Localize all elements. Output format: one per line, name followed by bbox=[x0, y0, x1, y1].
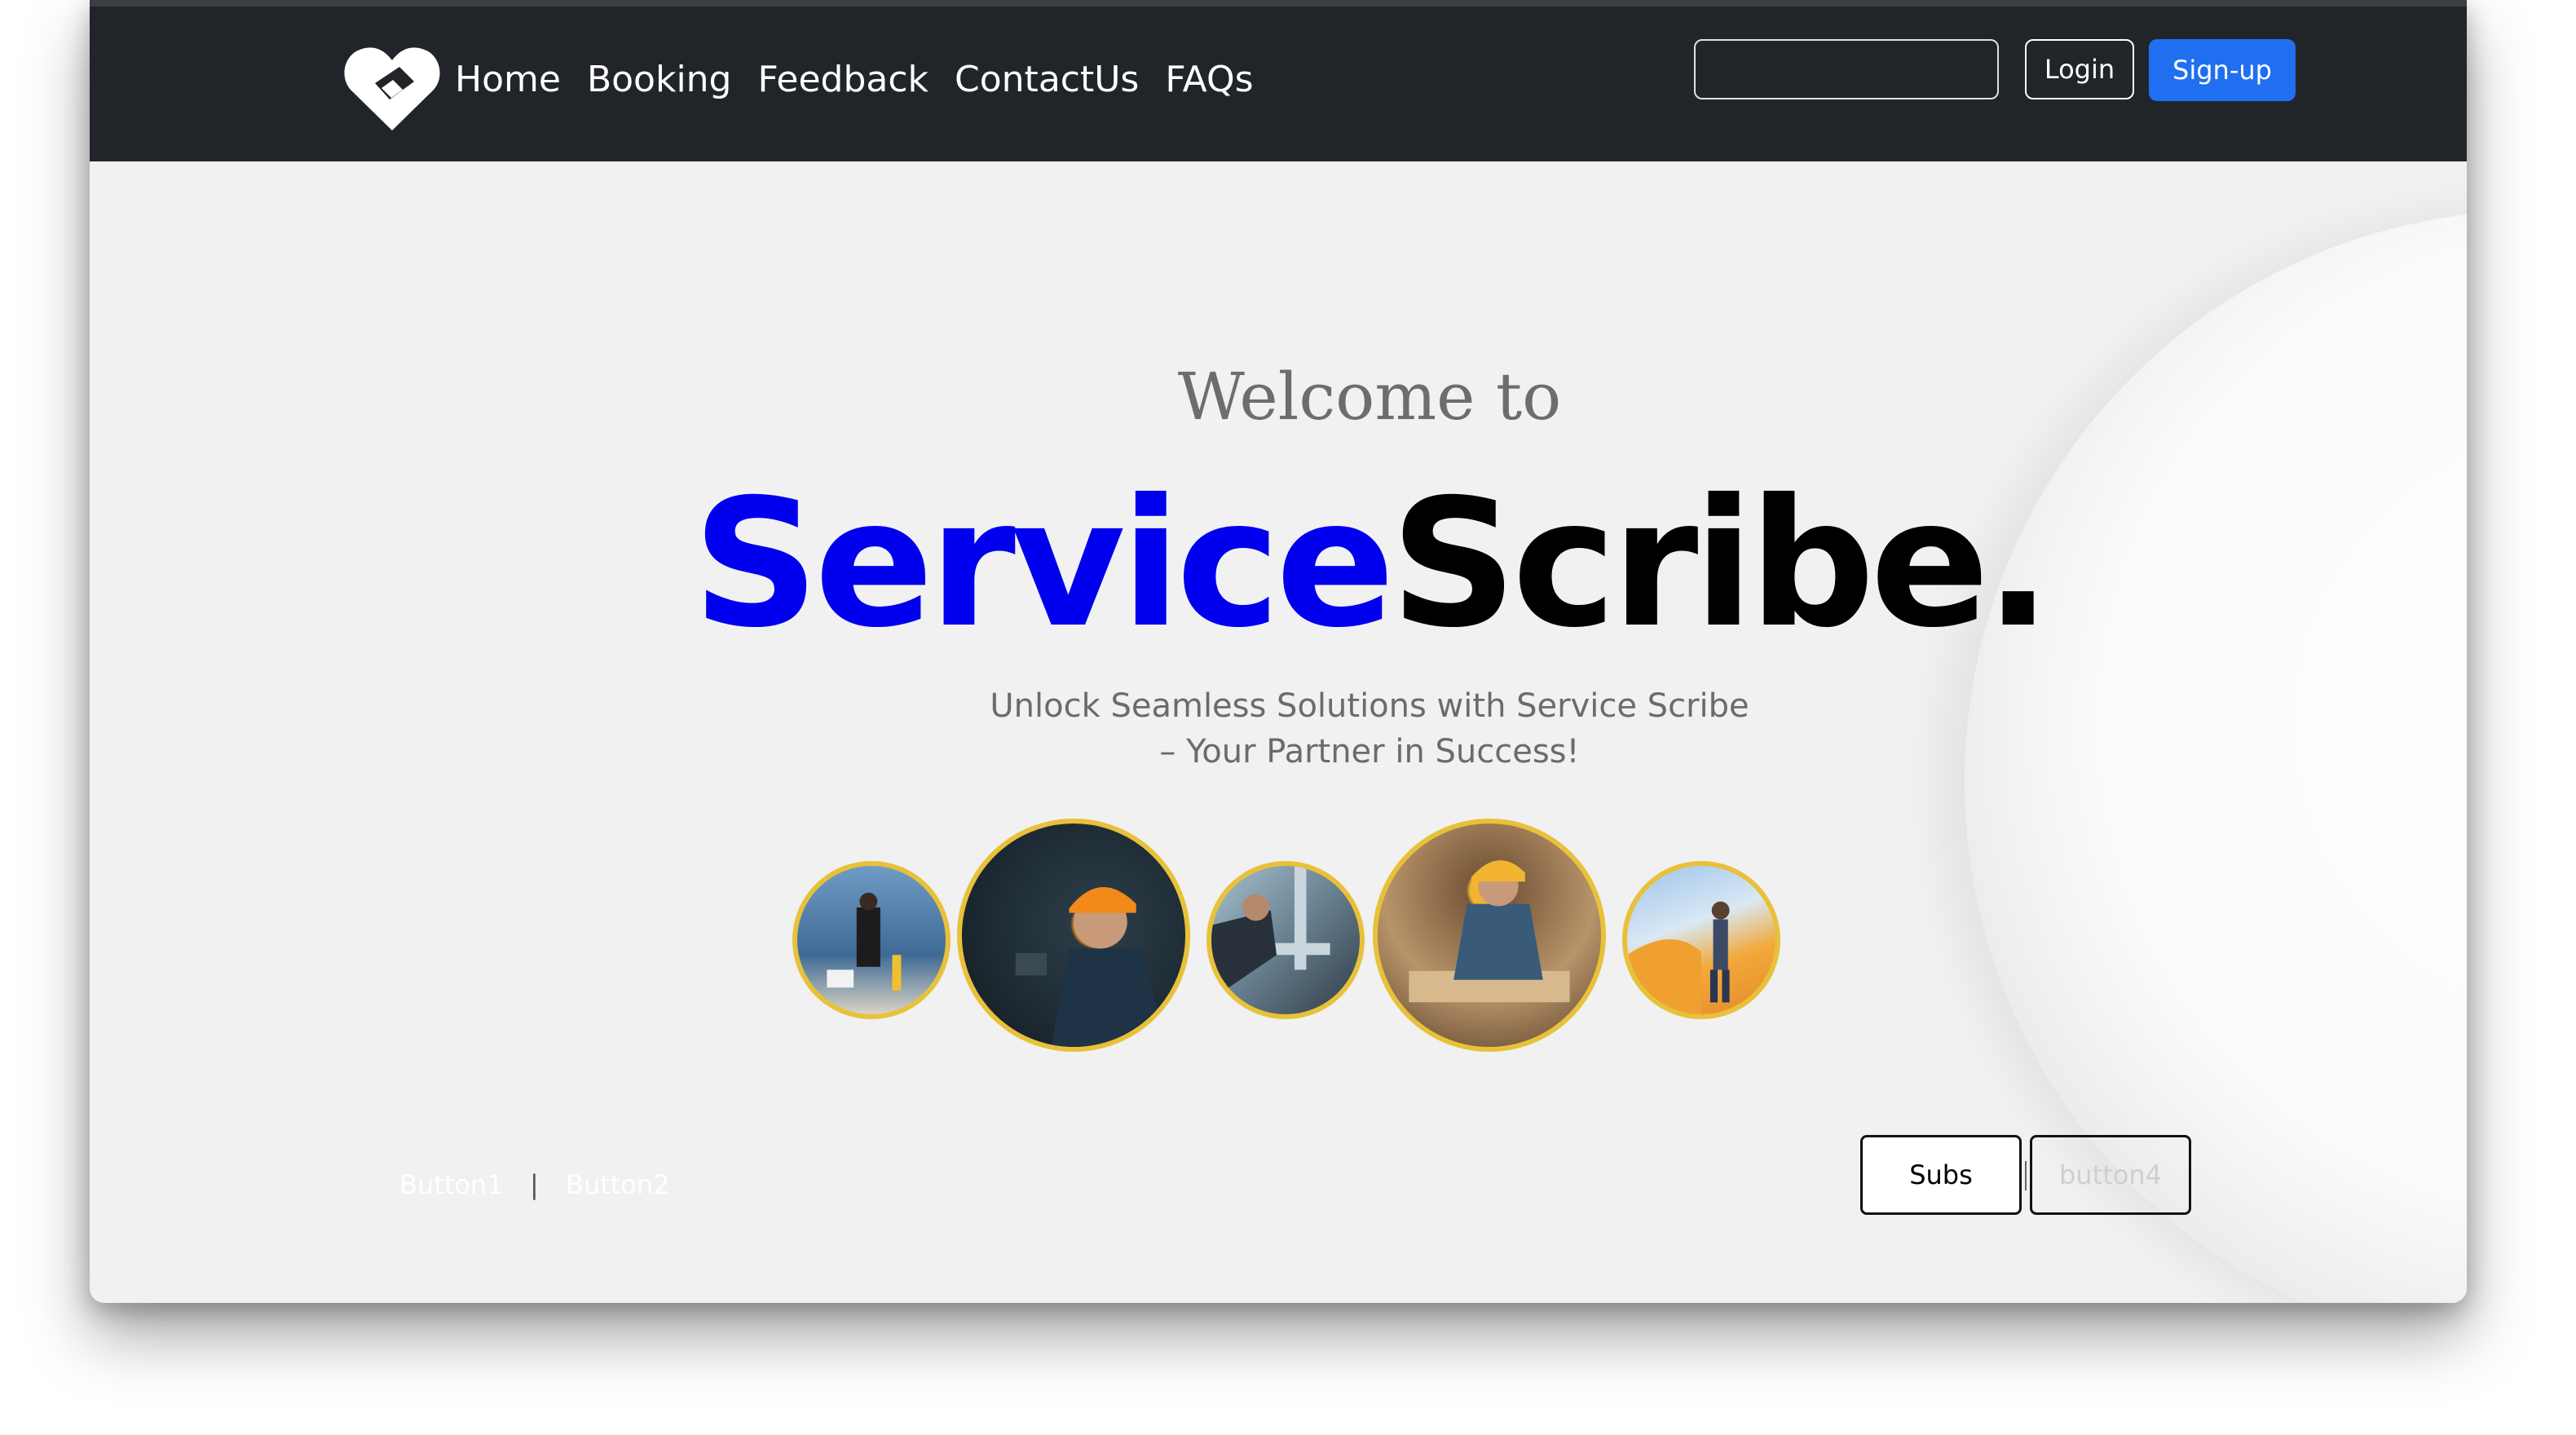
hero-section: Welcome to ServiceScribe. Unlock Seamles… bbox=[90, 161, 2467, 1303]
brand-title-service: Service bbox=[692, 461, 1395, 666]
button4[interactable]: button4 bbox=[2030, 1135, 2191, 1215]
plumber-image bbox=[1206, 861, 1365, 1019]
nav-faqs[interactable]: FAQs bbox=[1165, 51, 1253, 109]
nav-home[interactable]: Home bbox=[455, 51, 561, 109]
footer-separator: | bbox=[530, 1169, 539, 1200]
logo-icon[interactable] bbox=[342, 42, 442, 134]
painter-image bbox=[1622, 861, 1780, 1019]
subs-button[interactable]: Subs bbox=[1860, 1135, 2022, 1215]
nav-feedback[interactable]: Feedback bbox=[757, 51, 929, 109]
nav-contactus[interactable]: ContactUs bbox=[955, 51, 1139, 109]
login-button[interactable]: Login bbox=[2025, 39, 2134, 99]
subtitle-line-1: Unlock Seamless Solutions with Service S… bbox=[990, 687, 1749, 725]
hero-subtitle: Unlock Seamless Solutions with Service S… bbox=[90, 683, 2467, 775]
carpenter-image bbox=[1373, 819, 1606, 1052]
bathroom-cleaner-image bbox=[792, 861, 951, 1019]
subtitle-line-2: – Your Partner in Success! bbox=[1159, 733, 1580, 770]
signup-button[interactable]: Sign-up bbox=[2149, 39, 2296, 101]
browser-window: Home Booking Feedback ContactUs FAQs Log… bbox=[90, 0, 2467, 1303]
brand-title-scribe: Scribe. bbox=[1390, 461, 2051, 666]
electrician-image bbox=[957, 819, 1190, 1052]
brand-title: ServiceScribe. bbox=[90, 458, 2467, 670]
search-input[interactable] bbox=[1694, 39, 1999, 99]
nav-booking[interactable]: Booking bbox=[587, 51, 732, 109]
welcome-heading: Welcome to bbox=[1177, 359, 1562, 435]
button-divider bbox=[2025, 1161, 2027, 1190]
button2[interactable]: Button2 bbox=[566, 1169, 670, 1200]
button1[interactable]: Button1 bbox=[399, 1169, 504, 1200]
nav-links: Home Booking Feedback ContactUs FAQs bbox=[455, 51, 1254, 109]
navbar: Home Booking Feedback ContactUs FAQs Log… bbox=[90, 0, 2467, 161]
